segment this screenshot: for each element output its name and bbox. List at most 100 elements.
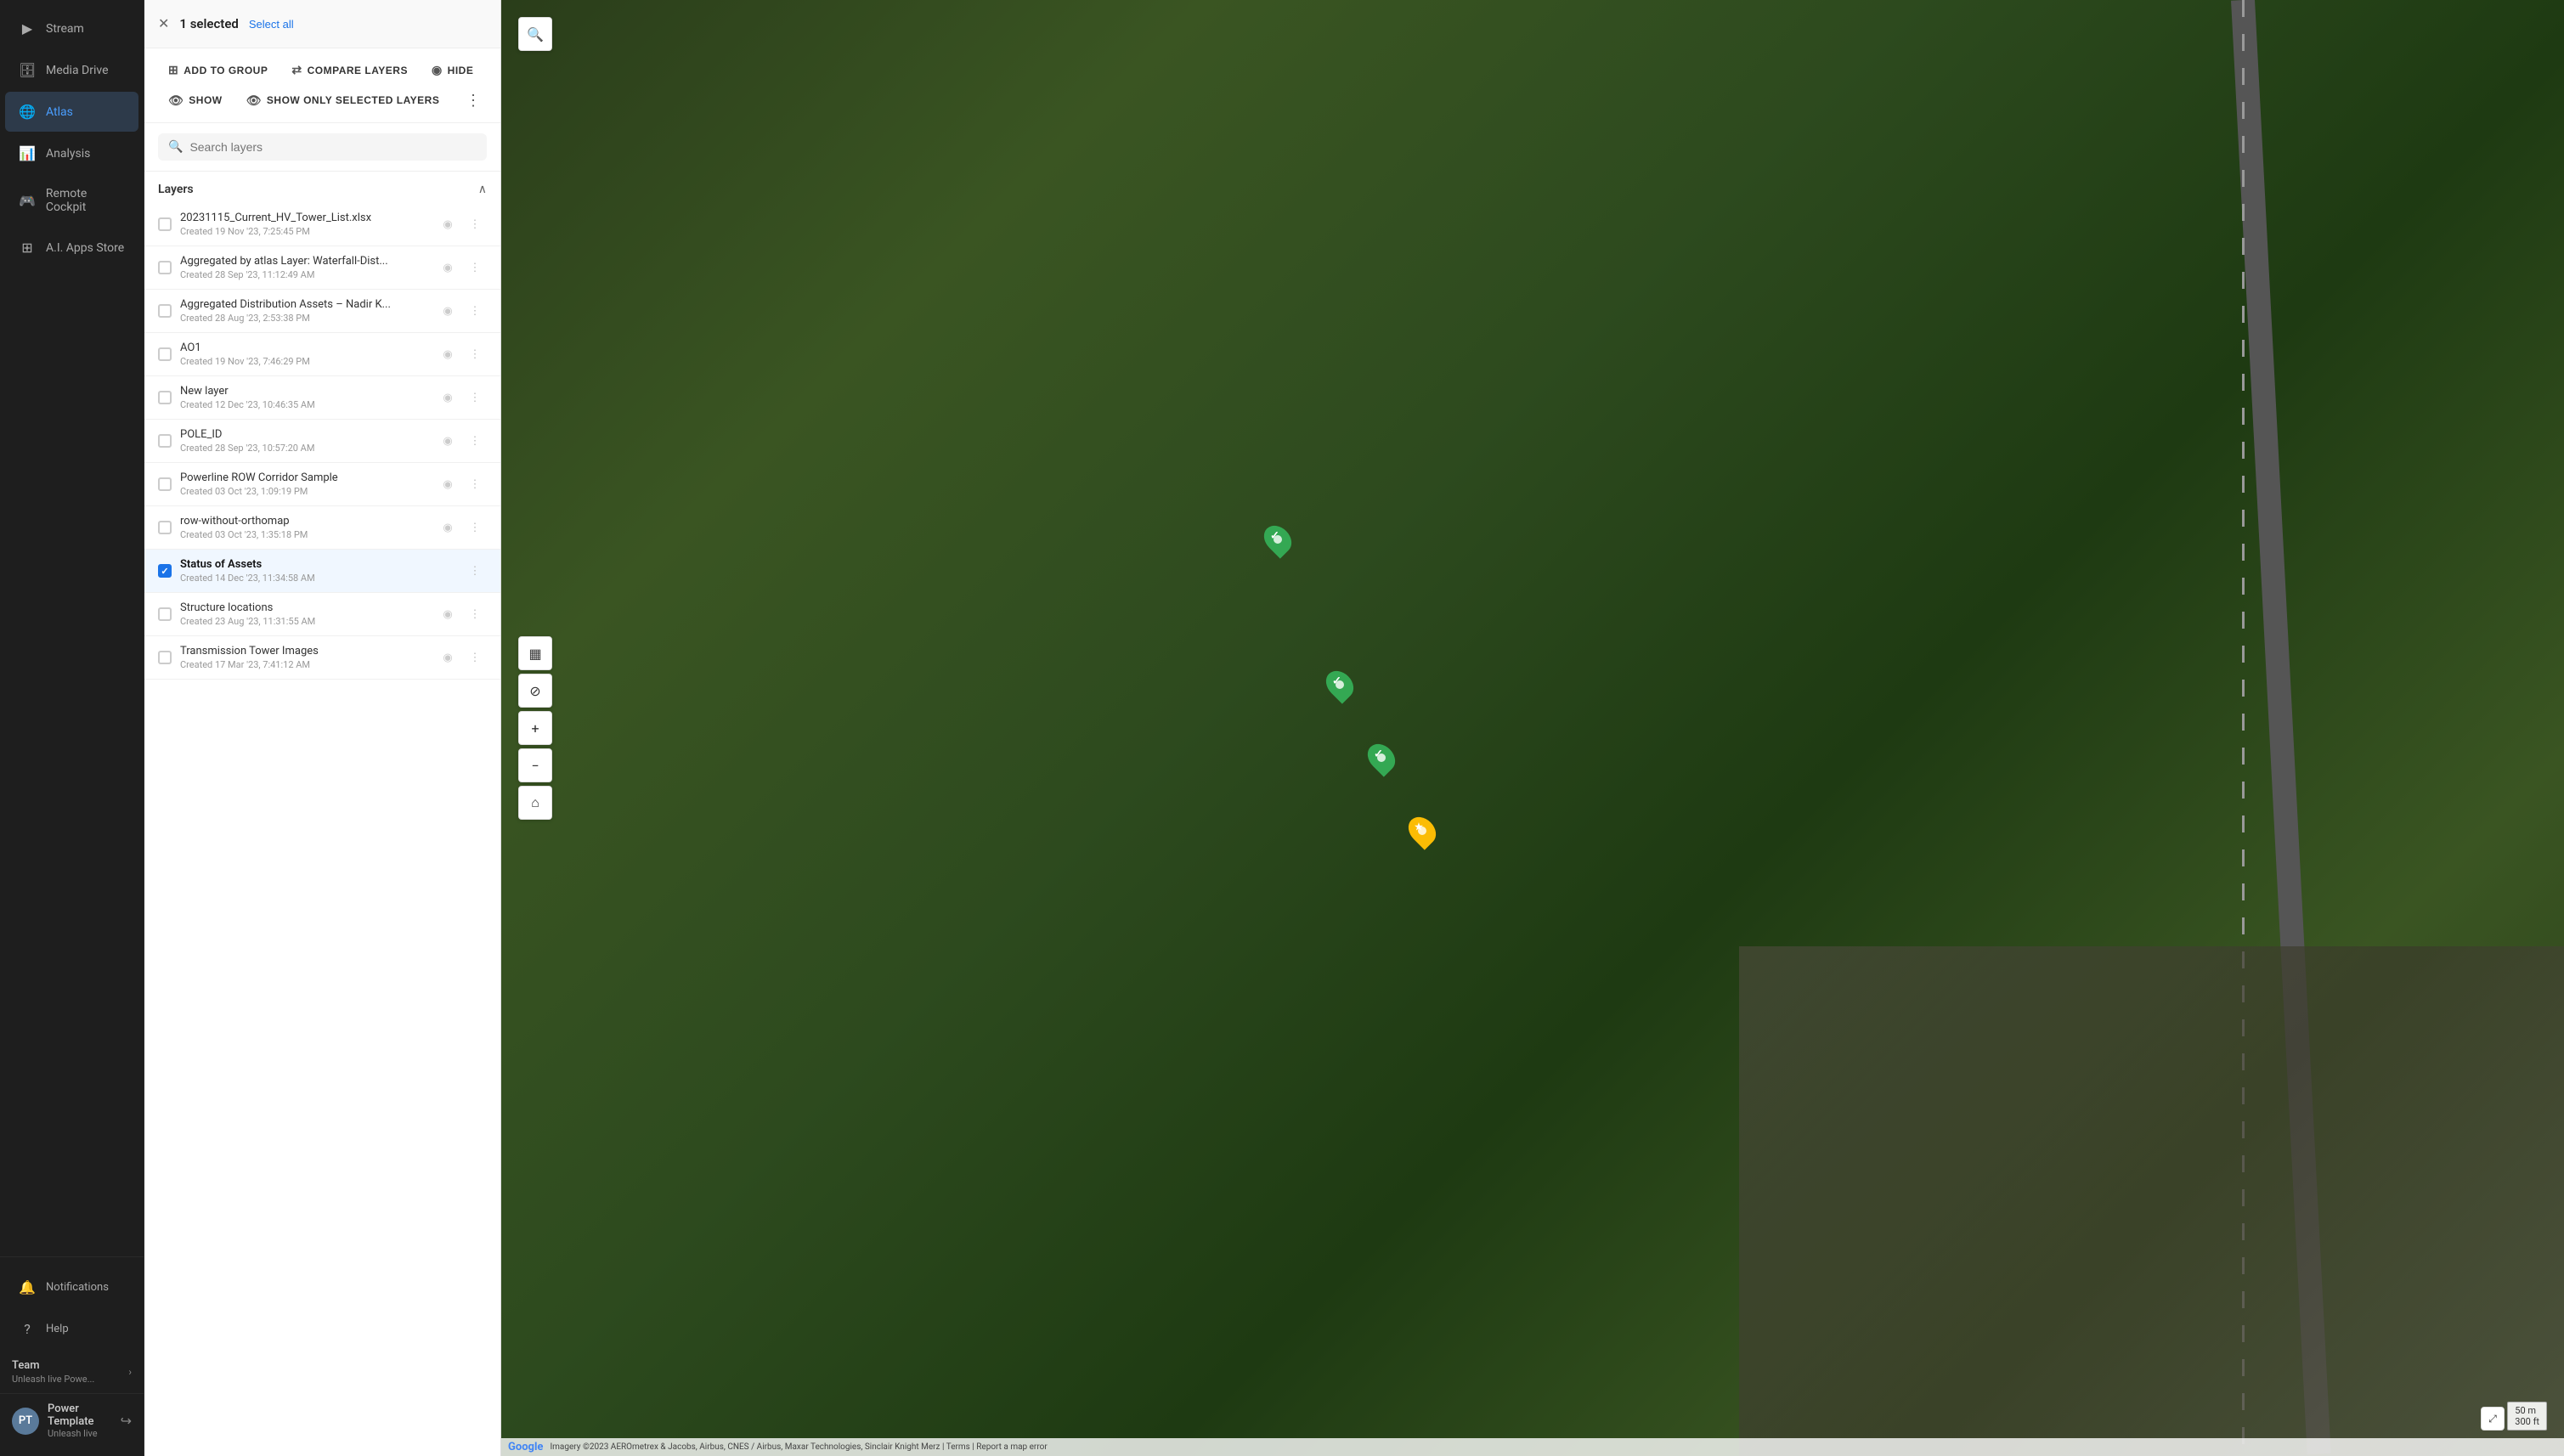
sidebar-item-remote-cockpit[interactable]: 🎮 Remote Cockpit bbox=[5, 175, 138, 226]
hide-button[interactable]: ◉ HIDE bbox=[421, 57, 483, 83]
layer-more-layer-11[interactable]: ⋮ bbox=[463, 646, 487, 669]
search-input[interactable] bbox=[189, 140, 477, 154]
layer-visibility-layer-3[interactable]: ◉ bbox=[436, 299, 460, 323]
add-to-group-button[interactable]: ⊞ ADD TO GROUP bbox=[158, 57, 278, 83]
layer-actions-layer-3: ◉ ⋮ bbox=[436, 299, 487, 323]
layer-checkbox-layer-1[interactable] bbox=[158, 217, 172, 231]
team-section[interactable]: Team Unleash live Powe... › bbox=[0, 1351, 144, 1393]
layer-visibility-layer-11[interactable]: ◉ bbox=[436, 646, 460, 669]
more-options-button[interactable]: ⋮ bbox=[460, 87, 487, 114]
chevron-right-icon: › bbox=[128, 1366, 132, 1378]
sidebar-item-analysis[interactable]: 📊 Analysis bbox=[5, 133, 138, 173]
layer-more-layer-1[interactable]: ⋮ bbox=[463, 212, 487, 236]
layer-more-layer-5[interactable]: ⋮ bbox=[463, 386, 487, 409]
sidebar-item-media-drive[interactable]: 🗄 Media Drive bbox=[5, 50, 138, 90]
team-name: Team bbox=[12, 1359, 94, 1372]
layer-more-layer-2[interactable]: ⋮ bbox=[463, 256, 487, 279]
layer-actions-layer-4: ◉ ⋮ bbox=[436, 342, 487, 366]
layer-item-layer-2[interactable]: Aggregated by atlas Layer: Waterfall-Dis… bbox=[144, 246, 500, 290]
layer-info-layer-4: AO1 Created 19 Nov '23, 7:46:29 PM bbox=[180, 341, 427, 367]
select-all-button[interactable]: Select all bbox=[249, 18, 294, 31]
layer-more-layer-9[interactable]: ⋮ bbox=[463, 559, 487, 583]
layer-more-layer-6[interactable]: ⋮ bbox=[463, 429, 487, 453]
layer-item-layer-6[interactable]: POLE_ID Created 28 Sep '23, 10:57:20 AM … bbox=[144, 420, 500, 463]
layer-item-layer-8[interactable]: row-without-orthomap Created 03 Oct '23,… bbox=[144, 506, 500, 550]
add-group-icon: ⊞ bbox=[168, 63, 178, 77]
layer-more-layer-4[interactable]: ⋮ bbox=[463, 342, 487, 366]
layer-info-layer-11: Transmission Tower Images Created 17 Mar… bbox=[180, 645, 427, 670]
map-urban-area bbox=[1739, 946, 2564, 1456]
layer-visibility-layer-2[interactable]: ◉ bbox=[436, 256, 460, 279]
bell-icon: 🔔 bbox=[19, 1279, 36, 1295]
zoom-out-button[interactable]: − bbox=[518, 748, 552, 782]
layer-name-layer-10: Structure locations bbox=[180, 601, 427, 614]
layer-visibility-layer-1[interactable]: ◉ bbox=[436, 212, 460, 236]
layer-more-layer-3[interactable]: ⋮ bbox=[463, 299, 487, 323]
layer-more-layer-10[interactable]: ⋮ bbox=[463, 602, 487, 626]
sidebar-bottom: 🔔 Notifications ? Help Team Unleash live… bbox=[0, 1256, 144, 1456]
layers-list: 20231115_Current_HV_Tower_List.xlsx Crea… bbox=[144, 203, 500, 1456]
layer-checkbox-layer-6[interactable] bbox=[158, 434, 172, 448]
sidebar-item-label: Remote Cockpit bbox=[46, 187, 125, 214]
layer-info-layer-10: Structure locations Created 23 Aug '23, … bbox=[180, 601, 427, 627]
layer-checkbox-layer-5[interactable] bbox=[158, 391, 172, 404]
sidebar-item-atlas[interactable]: 🌐 Atlas bbox=[5, 92, 138, 132]
sidebar-item-notifications[interactable]: 🔔 Notifications bbox=[5, 1267, 138, 1307]
map-search-button[interactable]: 🔍 bbox=[518, 17, 552, 51]
layer-item-layer-9[interactable]: Status of Assets Created 14 Dec '23, 11:… bbox=[144, 550, 500, 593]
layer-item-layer-7[interactable]: Powerline ROW Corridor Sample Created 03… bbox=[144, 463, 500, 506]
zoom-in-button[interactable]: + bbox=[518, 711, 552, 745]
layers-toggle-button[interactable]: ▦ bbox=[518, 636, 552, 670]
home-button[interactable]: ⌂ bbox=[518, 786, 552, 820]
layer-visibility-layer-10[interactable]: ◉ bbox=[436, 602, 460, 626]
layer-checkbox-layer-3[interactable] bbox=[158, 304, 172, 318]
layer-visibility-layer-6[interactable]: ◉ bbox=[436, 429, 460, 453]
layer-more-layer-8[interactable]: ⋮ bbox=[463, 516, 487, 539]
layer-actions-layer-9: ⋮ bbox=[463, 559, 487, 583]
search-input-wrap: 🔍 bbox=[158, 133, 487, 161]
sidebar-item-ai-apps[interactable]: ⊞ A.I. Apps Store bbox=[5, 228, 138, 268]
layer-checkbox-layer-11[interactable] bbox=[158, 651, 172, 664]
layer-checkbox-layer-4[interactable] bbox=[158, 347, 172, 361]
show-only-selected-button[interactable]: 👁 SHOW ONLY SELECTED LAYERS bbox=[236, 87, 450, 114]
layers-off-button[interactable]: ⊘ bbox=[518, 674, 552, 708]
collapse-button[interactable]: ∧ bbox=[478, 182, 487, 196]
layer-checkbox-layer-8[interactable] bbox=[158, 521, 172, 534]
layer-visibility-layer-7[interactable]: ◉ bbox=[436, 472, 460, 496]
compare-layers-button[interactable]: ⇄ COMPARE LAYERS bbox=[281, 57, 418, 83]
layer-checkbox-layer-2[interactable] bbox=[158, 261, 172, 274]
layer-item-layer-10[interactable]: Structure locations Created 23 Aug '23, … bbox=[144, 593, 500, 636]
selected-count: 1 selected bbox=[179, 16, 238, 31]
layer-visibility-layer-4[interactable]: ◉ bbox=[436, 342, 460, 366]
layers-title: Layers bbox=[158, 183, 194, 196]
layer-visibility-layer-8[interactable]: ◉ bbox=[436, 516, 460, 539]
layer-checkbox-layer-9[interactable] bbox=[158, 564, 172, 578]
map-expand-button[interactable]: ⤢ bbox=[2481, 1407, 2505, 1431]
layer-item-layer-3[interactable]: Aggregated Distribution Assets – Nadir K… bbox=[144, 290, 500, 333]
layer-visibility-layer-5[interactable]: ◉ bbox=[436, 386, 460, 409]
layer-item-layer-1[interactable]: 20231115_Current_HV_Tower_List.xlsx Crea… bbox=[144, 203, 500, 246]
marker-check-3: ✓ bbox=[1373, 748, 1382, 761]
layer-name-layer-4: AO1 bbox=[180, 341, 427, 354]
marker-check-1: ✓ bbox=[1270, 530, 1279, 543]
team-sub: Unleash live Powe... bbox=[12, 1374, 94, 1385]
sidebar-item-help[interactable]: ? Help bbox=[5, 1309, 138, 1349]
layer-actions-layer-1: ◉ ⋮ bbox=[436, 212, 487, 236]
marker-pin-3: ✓ bbox=[1362, 738, 1400, 776]
layer-item-layer-5[interactable]: New layer Created 12 Dec '23, 10:46:35 A… bbox=[144, 376, 500, 420]
show-button[interactable]: 👁 SHOW bbox=[158, 87, 233, 114]
layer-name-layer-2: Aggregated by atlas Layer: Waterfall-Dis… bbox=[180, 255, 427, 268]
logout-icon[interactable]: ↪ bbox=[121, 1413, 132, 1429]
layer-info-layer-5: New layer Created 12 Dec '23, 10:46:35 A… bbox=[180, 385, 427, 410]
layer-more-layer-7[interactable]: ⋮ bbox=[463, 472, 487, 496]
close-button[interactable]: ✕ bbox=[158, 15, 169, 32]
sidebar-item-stream[interactable]: ▶ Stream bbox=[5, 8, 138, 48]
layer-checkbox-layer-7[interactable] bbox=[158, 477, 172, 491]
layer-info-layer-7: Powerline ROW Corridor Sample Created 03… bbox=[180, 471, 427, 497]
layer-checkbox-layer-10[interactable] bbox=[158, 607, 172, 621]
layer-item-layer-11[interactable]: Transmission Tower Images Created 17 Mar… bbox=[144, 636, 500, 680]
layer-actions-layer-6: ◉ ⋮ bbox=[436, 429, 487, 453]
user-section: PT Power Template Unleash live ↪ bbox=[0, 1393, 144, 1448]
marker-pin-2: ✓ bbox=[1321, 666, 1359, 704]
layer-item-layer-4[interactable]: AO1 Created 19 Nov '23, 7:46:29 PM ◉ ⋮ bbox=[144, 333, 500, 376]
